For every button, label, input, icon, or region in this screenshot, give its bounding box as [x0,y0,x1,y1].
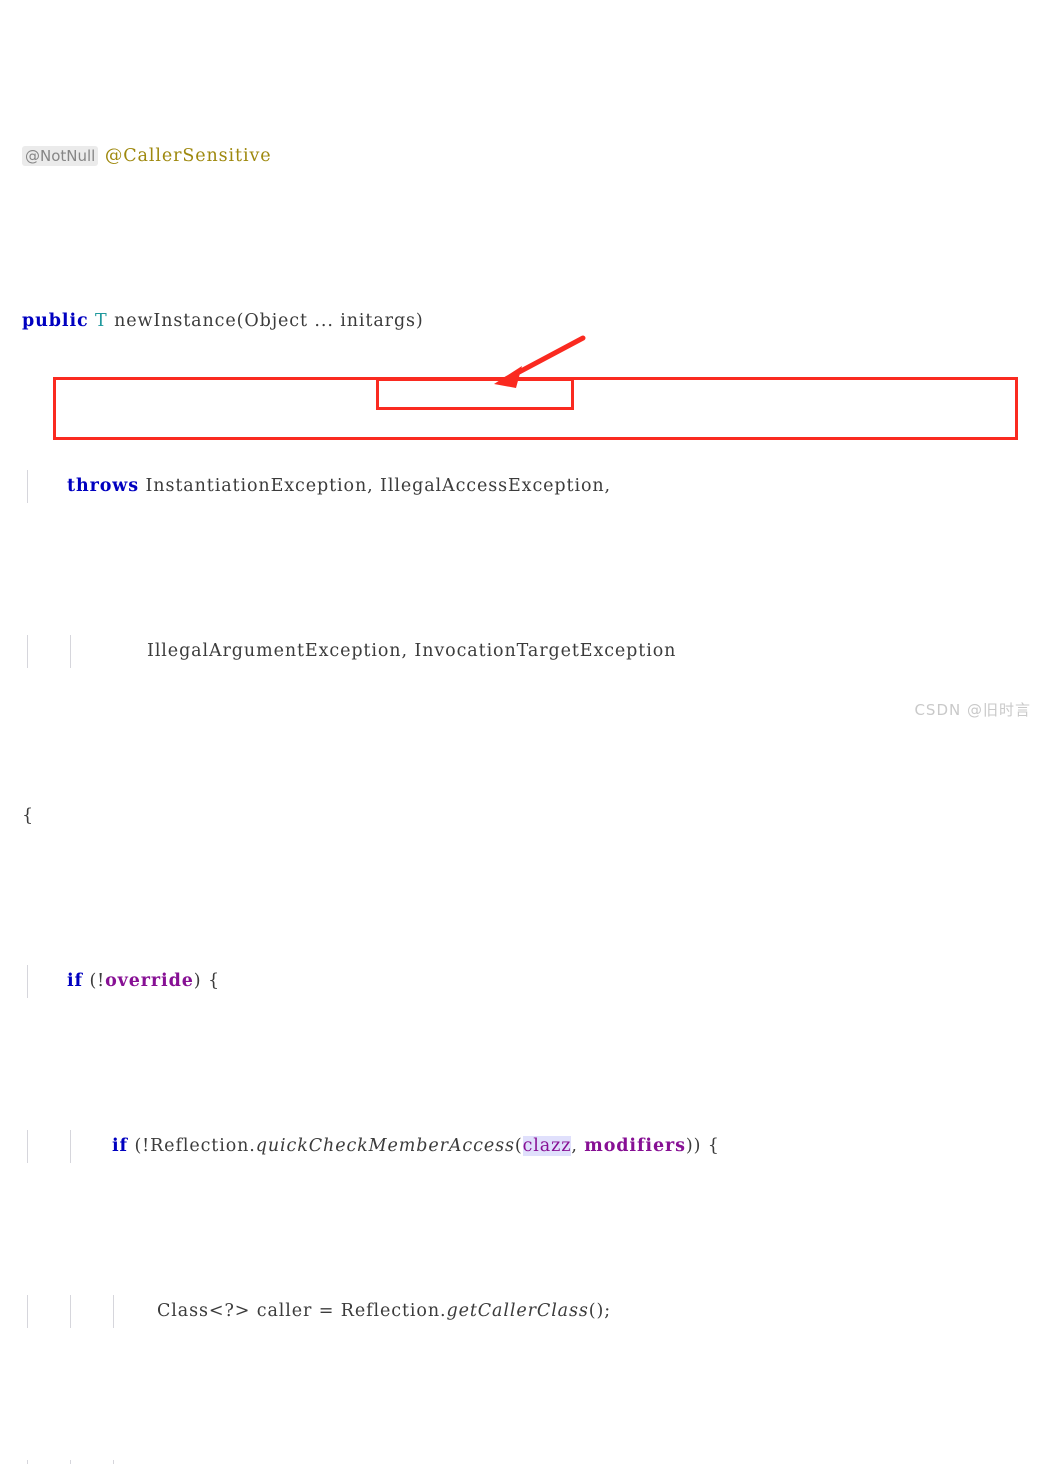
token-static-method-getcallerclass: getCallerClass [446,1301,589,1321]
code-content[interactable]: @NotNull @CallerSensitive public T newIn… [0,8,1051,1464]
inlay-hint-notnull: @NotNull [22,146,99,166]
indent-guide [70,1460,71,1464]
token-reflection-call: (!Reflection. [127,1136,256,1156]
csdn-watermark: CSDN @旧时言 [914,701,1031,719]
token-exception-list-cont: IllegalArgumentException, InvocationTarg… [147,641,677,661]
token-type-param-t: T [95,311,108,331]
indent-guide [27,965,28,998]
indent-guide [27,1460,28,1464]
token-exception-list: InstantiationException, IllegalAccessExc… [139,476,612,496]
token-paren: (! [82,971,106,991]
code-line[interactable]: Class<?> caller = Reflection.getCallerCl… [0,1295,1051,1328]
indent-guide [27,1130,28,1163]
token-paren: ( [514,1136,523,1156]
token-keyword-throws: throws [67,476,140,496]
indent-guide [113,1460,114,1464]
token-field-clazz: clazz [522,1136,572,1156]
token-field-modifiers: modifiers [584,1136,686,1156]
token-field-override: override [105,971,194,991]
code-line[interactable]: { [0,800,1051,833]
token-method-signature: newInstance(Object ... initargs) [107,311,424,331]
token-keyword-if: if [67,971,83,991]
token-class-caller-assign: Class<?> caller = Reflection. [157,1301,447,1321]
code-line[interactable]: IllegalArgumentException, InvocationTarg… [0,635,1051,668]
token-comma: , [571,1136,585,1156]
token-keyword-public: public [22,311,89,331]
code-line[interactable]: throws InstantiationException, IllegalAc… [0,470,1051,503]
code-line[interactable]: if (!override) { [0,965,1051,998]
indent-guide [27,1295,28,1328]
token-brace-open: { [22,806,35,826]
indent-guide [70,1130,71,1163]
token-paren-brace: )) { [685,1136,720,1156]
indent-guide [113,1295,114,1328]
code-line[interactable]: public T newInstance(Object ... initargs… [0,305,1051,338]
code-line[interactable]: @NotNull @CallerSensitive [0,140,1051,173]
indent-guide [70,1295,71,1328]
token-paren-semicolon: (); [588,1301,612,1321]
token-static-method-quickcheck: quickCheckMemberAccess [255,1136,515,1156]
token-keyword-if: if [112,1136,128,1156]
code-line[interactable]: checkAccess(caller, clazz, obj: null, mo… [0,1460,1051,1464]
indent-guide [70,635,71,668]
indent-guide [27,635,28,668]
token-paren-brace: ) { [193,971,220,991]
indent-guide [27,470,28,503]
code-line[interactable]: if (!Reflection.quickCheckMemberAccess(c… [0,1130,1051,1163]
token-annotation-callersensitive: @CallerSensitive [104,146,272,166]
code-editor[interactable]: @NotNull @CallerSensitive public T newIn… [0,0,1051,1464]
